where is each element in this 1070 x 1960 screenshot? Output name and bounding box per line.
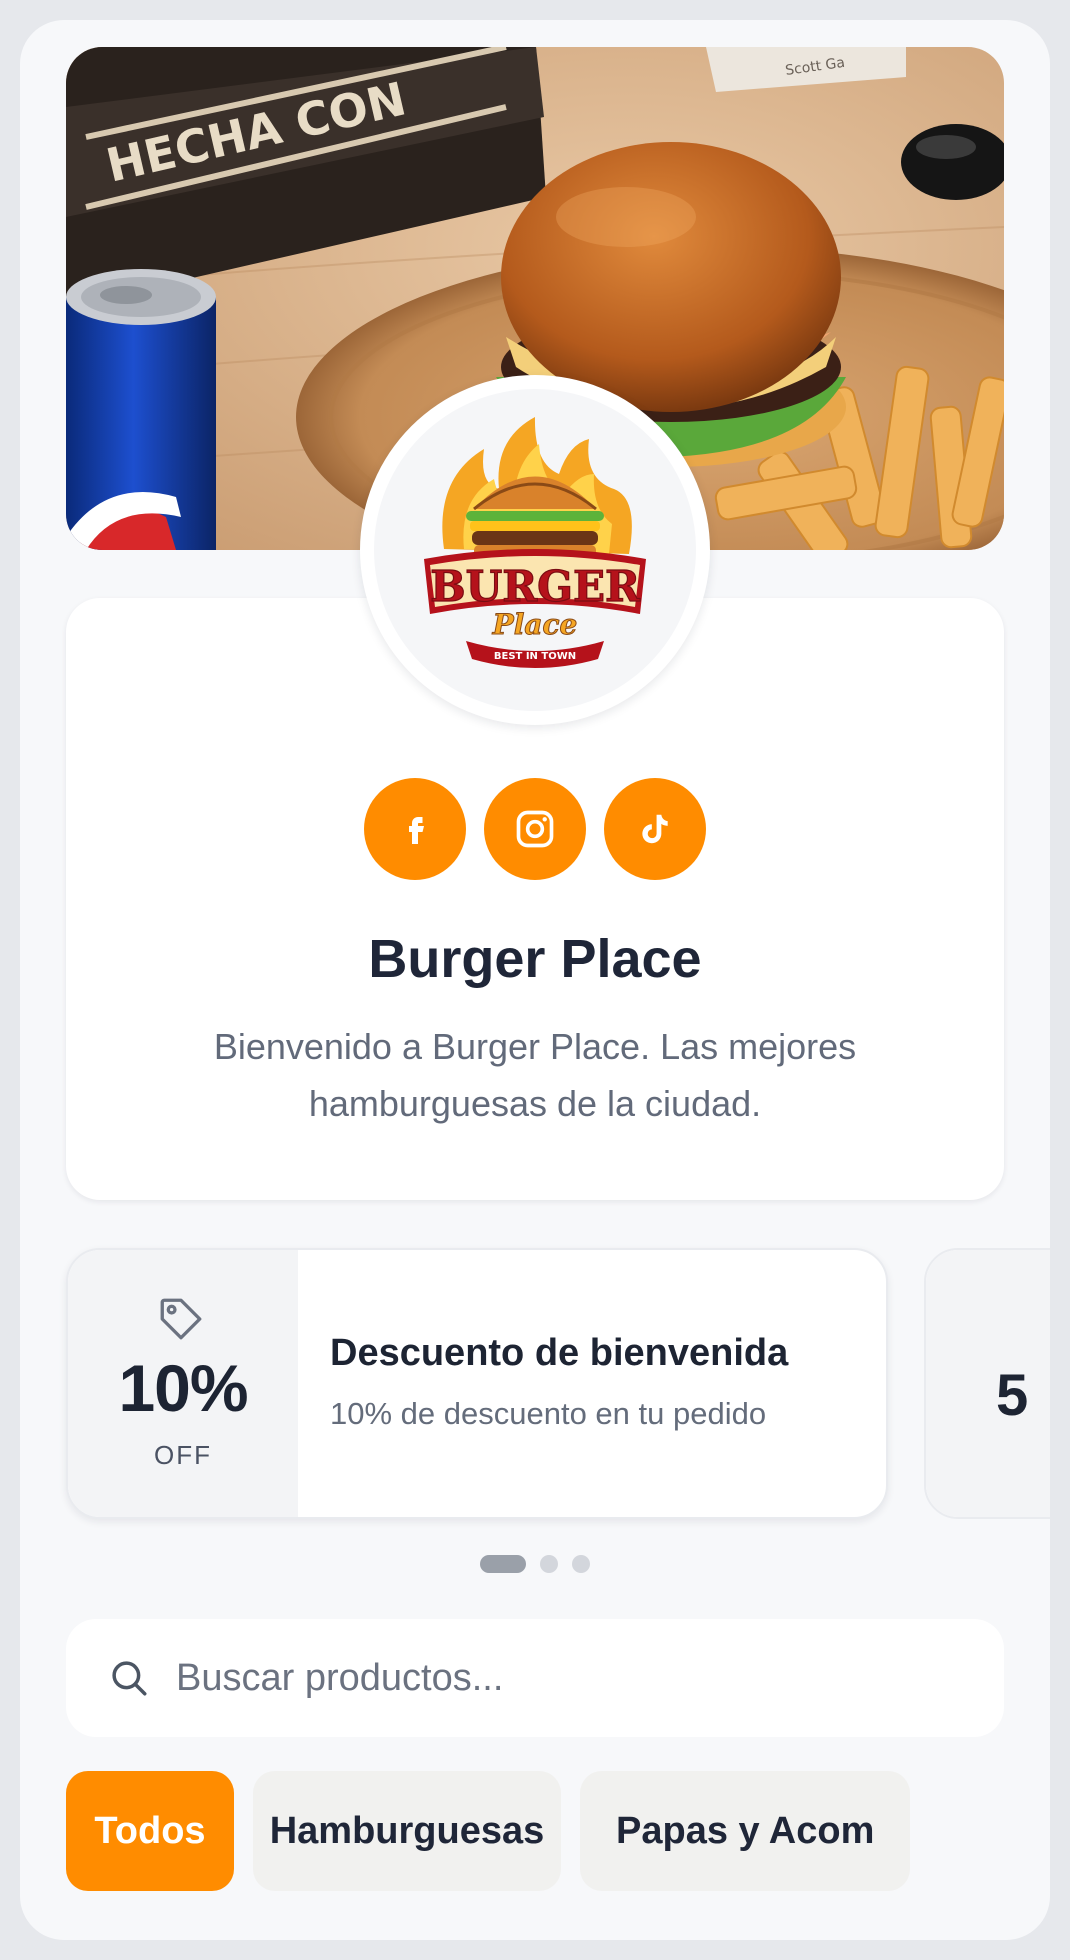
instagram-icon xyxy=(516,810,554,848)
tiktok-button[interactable] xyxy=(604,778,706,880)
carousel-dot-1[interactable] xyxy=(480,1555,526,1573)
burger-logo-icon: BURGER Place BEST IN TOWN xyxy=(424,417,646,668)
svg-text:Place: Place xyxy=(492,608,578,641)
promo-card[interactable]: 10% OFF Descuento de bienvenida 10% de d… xyxy=(66,1248,888,1519)
promo-percent: 5 xyxy=(996,1363,1029,1428)
restaurant-description: Bienvenido a Burger Place. Las mejores h… xyxy=(213,1026,857,1124)
facebook-icon xyxy=(409,817,424,844)
social-links xyxy=(66,778,1004,880)
search-bar xyxy=(66,1619,1004,1737)
restaurant-name: Burger Place xyxy=(368,929,702,989)
promo-discount-panel: 10% OFF xyxy=(68,1250,298,1517)
tiktok-icon xyxy=(642,814,668,844)
carousel-dot-3[interactable] xyxy=(572,1555,590,1573)
promo-title: Descuento de bienvenida xyxy=(330,1332,789,1374)
device-frame: HECHA CON Scott Ga Burger Place Bienveni… xyxy=(0,0,1070,1960)
restaurant-logo: BURGER Place BEST IN TOWN xyxy=(360,375,710,725)
promo-off-label: OFF xyxy=(154,1440,212,1470)
svg-text:BEST IN TOWN: BEST IN TOWN xyxy=(494,651,576,662)
category-tabs: Todos Hamburguesas Papas y Acom xyxy=(66,1771,1004,1896)
category-hamburguesas[interactable]: Hamburguesas xyxy=(253,1771,561,1891)
promo-discount-panel xyxy=(926,1250,1050,1517)
category-todos[interactable]: Todos xyxy=(66,1771,234,1891)
logo-badge: BURGER Place BEST IN TOWN xyxy=(374,389,696,711)
search-icon xyxy=(112,1661,147,1696)
facebook-button[interactable] xyxy=(364,778,466,880)
promo-percent: 10% xyxy=(118,1351,248,1425)
carousel-dot-2[interactable] xyxy=(540,1555,558,1573)
carousel-indicators xyxy=(20,1555,1050,1573)
instagram-button[interactable] xyxy=(484,778,586,880)
promo-subtitle: 10% de descuento en tu pedido xyxy=(330,1396,767,1431)
app-screen: HECHA CON Scott Ga Burger Place Bienveni… xyxy=(20,20,1050,1940)
tag-icon xyxy=(160,1298,202,1340)
category-papas-acompanamientos[interactable]: Papas y Acom xyxy=(580,1771,910,1891)
svg-text:BURGER: BURGER xyxy=(430,562,641,611)
search-input[interactable] xyxy=(176,1649,956,1707)
promo-card-next[interactable]: 5 xyxy=(924,1248,1050,1519)
